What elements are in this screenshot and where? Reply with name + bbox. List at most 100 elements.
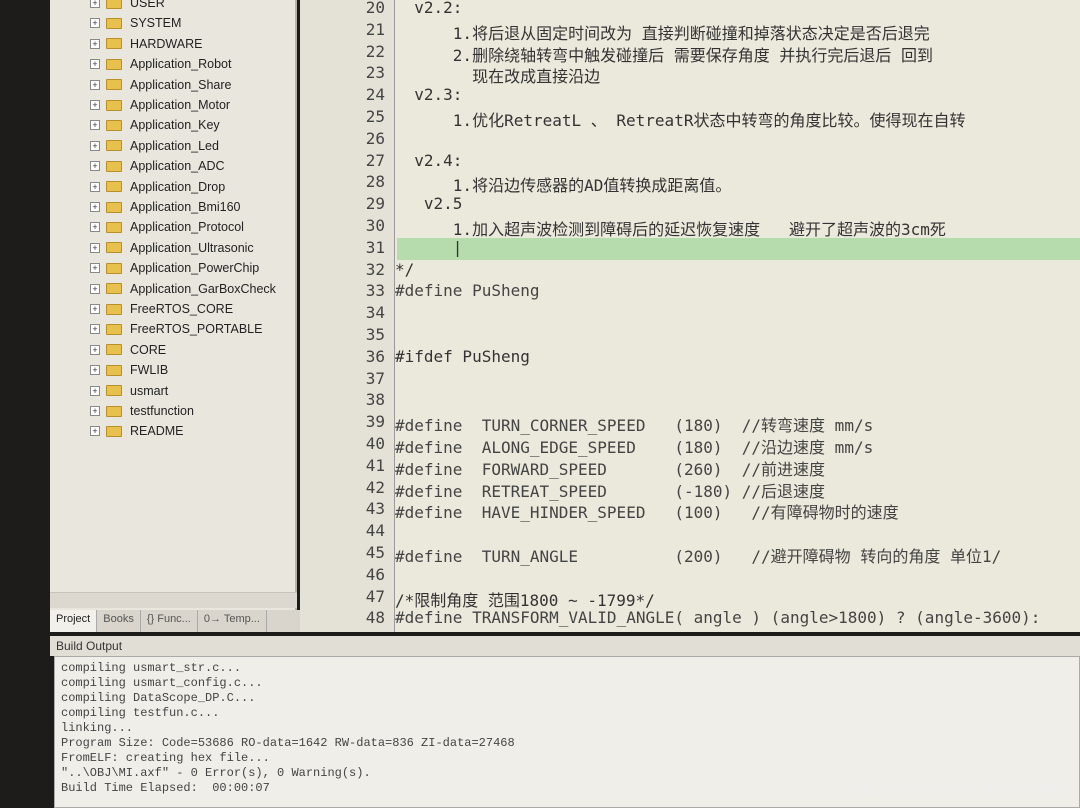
tab-2[interactable]: {} Func...: [141, 610, 198, 632]
folder-icon: [106, 99, 122, 111]
line-number: 26: [365, 128, 385, 148]
code-line[interactable]: */: [395, 260, 414, 279]
tree-item-system[interactable]: + SYSTEM: [90, 13, 181, 33]
tree-item-freertos_core[interactable]: + FreeRTOS_CORE: [90, 299, 233, 319]
code-line[interactable]: v2.2:: [395, 0, 462, 17]
expand-icon[interactable]: +: [90, 140, 100, 151]
code-line[interactable]: 1.优化RetreatL 、 RetreatR状态中转弯的角度比较。使得现在自转: [395, 107, 966, 131]
output-line: compiling usmart_str.c...: [61, 661, 242, 675]
tree-item-freertos_portable[interactable]: + FreeRTOS_PORTABLE: [90, 319, 262, 339]
line-number: 31: [365, 237, 385, 257]
tree-item-application_motor[interactable]: + Application_Motor: [90, 95, 230, 115]
code-line[interactable]: v2.5: [395, 194, 463, 213]
tree-item-application_bmi160[interactable]: + Application_Bmi160: [90, 197, 241, 217]
tree-item-fwlib[interactable]: + FWLIB: [90, 360, 168, 380]
code-line[interactable]: 1.加入超声波检测到障碍后的延迟恢复速度 避开了超声波的3cm死: [395, 216, 946, 240]
code-line[interactable]: #define RETREAT_SPEED (-180) //后退速度: [395, 478, 825, 502]
code-line[interactable]: v2.4:: [395, 151, 462, 170]
expand-icon[interactable]: +: [90, 406, 100, 416]
build-output-title: Build Output: [50, 636, 1080, 656]
line-number: 34: [365, 303, 385, 323]
expand-icon[interactable]: +: [90, 100, 100, 110]
code-line[interactable]: 2.删除绕轴转弯中触发碰撞后 需要保存角度 并执行完后退后 回到: [395, 42, 933, 66]
code-line[interactable]: #ifdef PuSheng: [395, 347, 530, 366]
tree-item-core[interactable]: + CORE: [90, 340, 166, 360]
tree-item-application_ultrasonic[interactable]: + Application_Ultrasonic: [90, 238, 254, 258]
line-number: 41: [365, 455, 385, 475]
code-line[interactable]: #define PuSheng: [395, 281, 540, 300]
tree-item-hardware[interactable]: + HARDWARE: [90, 34, 202, 54]
folder-icon: [106, 160, 122, 172]
expand-icon[interactable]: +: [90, 59, 100, 70]
expand-icon[interactable]: +: [90, 242, 100, 253]
tree-item-application_key[interactable]: + Application_Key: [90, 115, 220, 135]
code-line[interactable]: |: [395, 238, 463, 257]
line-number: 24: [365, 85, 385, 105]
expand-icon[interactable]: +: [90, 120, 100, 131]
expand-icon[interactable]: +: [90, 161, 100, 172]
tab-1[interactable]: Books: [97, 610, 141, 632]
expand-icon[interactable]: +: [90, 344, 100, 355]
code-line[interactable]: 1.将后退从固定时间改为 直接判断碰撞和掉落状态决定是否后退完: [395, 20, 930, 44]
project-panel: + USER + SYSTEM + HARDWARE + Application_Robot +…: [50, 0, 297, 612]
tree-item-application_protocol[interactable]: + Application_Protocol: [90, 217, 244, 237]
tree-item-testfunction[interactable]: + testfunction: [90, 401, 194, 421]
expand-icon[interactable]: +: [90, 304, 100, 314]
tree-item-application_robot[interactable]: + Application_Robot: [90, 54, 231, 74]
tree-item-application_garboxcheck[interactable]: + Application_GarBoxCheck: [90, 279, 276, 299]
folder-icon: [106, 262, 122, 274]
tree-item-label: SYSTEM: [130, 16, 182, 31]
line-number: 23: [365, 63, 385, 83]
expand-icon[interactable]: +: [90, 0, 100, 8]
line-number: 43: [365, 499, 385, 519]
tab-0[interactable]: Project: [50, 610, 98, 632]
code-line[interactable]: 现在改成直接沿边: [395, 63, 600, 87]
tree-item-readme[interactable]: + README: [90, 421, 183, 441]
code-editor[interactable]: 20 v2.2: 21 1.将后退从固定时间改为 直接判断碰撞和掉落状态决定是否后…: [300, 0, 1080, 632]
code-line[interactable]: #define TURN_ANGLE (200) //避开障碍物 转向的角度 单…: [395, 543, 1001, 567]
tree-item-application_share[interactable]: + Application_Share: [90, 75, 231, 95]
code-line[interactable]: #define FORWARD_SPEED (260) //前进速度: [395, 456, 825, 480]
expand-icon[interactable]: +: [90, 79, 100, 90]
tree-item-label: Application_ADC: [130, 159, 225, 174]
expand-icon[interactable]: +: [90, 324, 100, 335]
code-line[interactable]: #define HAVE_HINDER_SPEED (100) //有障碍物时的…: [395, 499, 899, 523]
expand-icon[interactable]: +: [90, 222, 100, 233]
folder-icon: [106, 0, 122, 9]
tree-item-usmart[interactable]: + usmart: [90, 381, 168, 401]
expand-icon[interactable]: +: [90, 385, 100, 396]
expand-icon[interactable]: +: [90, 18, 100, 29]
expand-icon[interactable]: +: [90, 426, 100, 437]
project-horizontal-scrollbar[interactable]: [50, 592, 297, 608]
line-number: 48: [365, 608, 385, 628]
code-line[interactable]: v2.3:: [395, 85, 462, 104]
expand-icon[interactable]: +: [90, 181, 100, 192]
tree-item-label: usmart: [130, 383, 169, 398]
folder-icon: [106, 140, 122, 152]
line-number: 32: [365, 259, 385, 279]
tree-item-application_led[interactable]: + Application_Led: [90, 136, 219, 156]
tree-item-label: Application_Robot: [130, 57, 232, 72]
tab-3[interactable]: 0→ Temp...: [198, 610, 267, 632]
current-line-highlight: [397, 238, 1080, 260]
tree-item-application_drop[interactable]: + Application_Drop: [90, 177, 225, 197]
tree-item-label: Application_Drop: [130, 179, 226, 194]
line-number: 42: [365, 477, 385, 497]
tree-item-application_adc[interactable]: + Application_ADC: [90, 156, 225, 176]
folder-icon: [106, 38, 122, 50]
expand-icon[interactable]: +: [90, 202, 100, 212]
expand-icon[interactable]: +: [90, 365, 100, 376]
expand-icon[interactable]: +: [90, 263, 100, 274]
line-number: 21: [365, 19, 385, 39]
tree-item-application_powerchip[interactable]: + Application_PowerChip: [90, 258, 259, 278]
code-line[interactable]: 1.将沿边传感器的AD值转换成距离值。: [395, 172, 732, 196]
code-line[interactable]: #define TURN_CORNER_SPEED (180) //转弯速度 m…: [395, 412, 873, 436]
code-line[interactable]: /*限制角度 范围1800 ~ -1799*/: [395, 587, 655, 611]
expand-icon[interactable]: +: [90, 38, 100, 49]
code-line[interactable]: #define TRANSFORM_VALID_ANGLE( angle ) (…: [395, 608, 1040, 627]
tab-label: {} Func...: [146, 613, 191, 625]
folder-icon: [106, 201, 122, 213]
tree-item-user[interactable]: + USER: [90, 0, 165, 13]
expand-icon[interactable]: +: [90, 283, 100, 294]
code-line[interactable]: #define ALONG_EDGE_SPEED (180) //沿边速度 mm…: [395, 434, 873, 458]
